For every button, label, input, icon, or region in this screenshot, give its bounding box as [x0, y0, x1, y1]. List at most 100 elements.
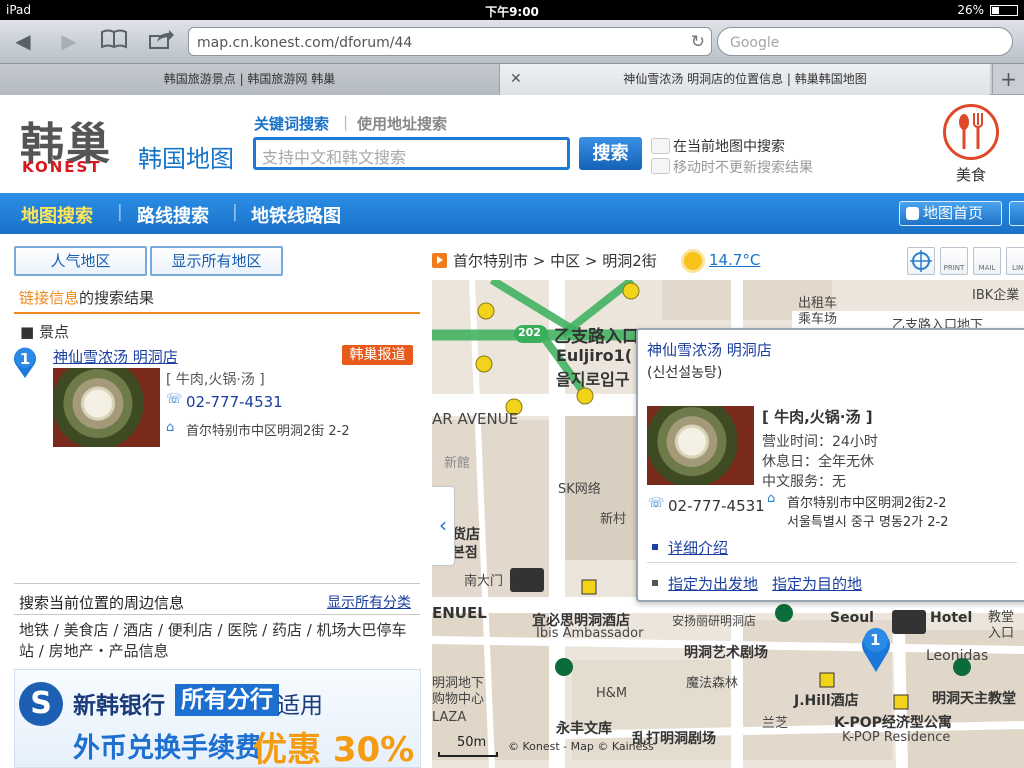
result-heading: 链接信息的搜索结果 [19, 287, 154, 308]
mail-icon[interactable]: MAIL [973, 247, 1001, 275]
divider [14, 312, 420, 314]
map-label: LAZA [432, 710, 467, 725]
nav-more-button[interactable] [1009, 201, 1024, 226]
set-start-link[interactable]: 指定为出发地 [668, 573, 758, 594]
popup-hours: 营业时间：24小时 [762, 434, 878, 450]
divider [14, 583, 420, 584]
map-label: K-POP经济型公寓 [834, 715, 952, 731]
map-label: Ibis Ambassador [536, 626, 644, 641]
forward-arrow-icon[interactable]: ▶ [54, 28, 84, 54]
no-refresh-checkbox[interactable] [651, 158, 670, 174]
konest-report-badge[interactable]: 韩巢报道 [342, 345, 413, 365]
map-label: Euljiro1( [556, 346, 633, 365]
temperature-link[interactable]: 14.7°C [709, 251, 760, 269]
nearby-search-title: 搜索当前位置的周边信息 [19, 594, 185, 612]
search-input[interactable]: 支持中文和韩文搜索 [253, 137, 570, 170]
popup-category: [ 牛肉,火锅·汤 ] [762, 408, 873, 426]
result-photo[interactable] [53, 368, 160, 447]
ad-suffix: 适用 [277, 693, 323, 719]
map-label: 본점 [452, 545, 478, 561]
ad-highlight: 所有分行 [175, 684, 279, 716]
map-label: SK网络 [558, 482, 601, 497]
shinhan-logo-icon: S [19, 682, 63, 726]
address-icon: ⌂ [767, 491, 776, 506]
map-label: K-POP Residence [842, 730, 951, 745]
place-info-popup: 神仙雪浓汤 明洞店 (신선설농탕) [ 牛肉,火锅·汤 ] 营业时间：24小时 … [636, 328, 1024, 602]
popup-address-kr: 서울특별시 중구 명동2가 2-2 [787, 515, 949, 530]
map-label: ENUEL [432, 604, 487, 622]
result-name-link[interactable]: 神仙雪浓汤 明洞店 [53, 346, 178, 367]
map-label: 明洞艺术剧场 [684, 645, 768, 661]
subway-line-number: 202 [518, 326, 541, 339]
result-phone: 02-777-4531 [186, 393, 283, 411]
map-home-button[interactable]: 地图首页 [899, 201, 1002, 226]
tab-title: 神仙雪浓汤 明洞店的位置信息 | 韩巢韩国地图 [623, 72, 867, 86]
shinhan-bank-ad[interactable]: S 新韩银行 所有分行 适用 外币兑换手续费 优惠 30% [14, 669, 421, 768]
address-icon: ⌂ [166, 420, 175, 435]
popup-detail-link[interactable]: 详细介绍 [668, 537, 728, 558]
home-icon [906, 207, 919, 220]
show-all-areas-button[interactable]: 显示所有地区 [150, 246, 283, 276]
clock: 下午9:00 [485, 5, 539, 19]
phone-icon: ☏ [648, 496, 665, 511]
ad-promo: 优惠 30% [253, 730, 415, 768]
popup-photo[interactable] [647, 406, 754, 485]
map-label: IBK企業 [972, 288, 1020, 303]
share-icon[interactable] [146, 28, 176, 54]
nav-divider: | [117, 202, 123, 222]
map-home-label: 地图首页 [923, 204, 984, 222]
print-icon[interactable]: PRINT [940, 247, 968, 275]
set-destination-link[interactable]: 指定为目的地 [772, 573, 862, 594]
site-title[interactable]: 韩国地图 [138, 139, 234, 174]
map-label: Seoul [830, 610, 874, 626]
nav-map-search[interactable]: 地图搜索 [21, 202, 93, 228]
map-label: Leonidas [926, 648, 989, 664]
back-arrow-icon[interactable]: ◀ [8, 28, 38, 54]
food-category-icon[interactable] [943, 104, 999, 160]
map-label: 明洞天主教堂 [932, 691, 1016, 707]
svg-text:1: 1 [20, 350, 30, 368]
new-tab-icon[interactable]: + [992, 64, 1024, 95]
map-label: 安扬丽研明洞店 [672, 614, 757, 628]
result-address: 首尔特别市中区明洞2街 2-2 [186, 424, 350, 439]
collapse-panel-icon[interactable]: ‹ [432, 486, 455, 566]
map-label: 乙支路入口 [554, 327, 639, 347]
reload-icon[interactable]: ↻ [691, 32, 705, 52]
link-icon[interactable]: LINK [1006, 247, 1024, 275]
ad-line2: 外币兑换手续费 [73, 733, 262, 764]
popular-areas-button[interactable]: 人气地区 [14, 246, 147, 276]
map-label: Hotel [930, 610, 973, 626]
show-all-categories-link[interactable]: 显示所有分类 [327, 592, 411, 612]
search-current-map-checkbox[interactable] [651, 138, 670, 154]
url-text: map.cn.konest.com/dforum/44 [197, 35, 413, 51]
google-search-field[interactable]: Google [717, 27, 1013, 56]
breadcrumb[interactable]: 首尔特别市 > 中区 > 明洞2街 [453, 250, 657, 271]
result-category: [ 牛肉,火锅·汤 ] [166, 372, 265, 388]
popup-place-name[interactable]: 神仙雪浓汤 明洞店 [647, 339, 772, 360]
nav-subway-map[interactable]: 地铁线路图 [251, 202, 341, 228]
battery-icon [990, 5, 1018, 16]
nav-route-search[interactable]: 路线搜索 [137, 202, 209, 228]
tab-address-search[interactable]: 使用地址搜索 [357, 113, 447, 134]
bookmarks-icon[interactable] [99, 28, 129, 54]
divider [647, 562, 1017, 563]
map-label: 魔法森林 [686, 676, 739, 691]
tab-konest-map[interactable]: ✕ 神仙雪浓汤 明洞店的位置信息 | 韩巢韩国地图 [500, 64, 990, 95]
search-button[interactable]: 搜索 [579, 137, 642, 170]
status-bar: iPad 下午9:00 26% [0, 0, 1024, 20]
address-bar[interactable]: map.cn.konest.com/dforum/44 ↻ [188, 27, 712, 56]
locate-icon[interactable] [907, 247, 935, 275]
search-tab-divider: | [343, 113, 349, 131]
map-label: AR AVENUE [432, 410, 519, 428]
map-label: J.Hill酒店 [794, 693, 859, 709]
nearby-category-links[interactable]: 地铁 / 美食店 / 酒店 / 便利店 / 医院 / 药店 / 机场大巴停车站 … [19, 620, 419, 662]
result-pin-icon[interactable]: 1 [11, 345, 39, 378]
no-refresh-label: 移动时不更新搜索结果 [673, 160, 813, 176]
close-tab-icon[interactable]: ✕ [510, 64, 522, 94]
map-label: 新村 [600, 512, 627, 527]
map-scale-label: 50m [457, 735, 487, 750]
map-label: 을지로입구 [556, 370, 630, 389]
tab-konest-attractions[interactable]: 韩国旅游景点 | 韩国旅游网 韩巢 [0, 64, 500, 95]
tab-keyword-search[interactable]: 关键词搜索 [254, 113, 329, 134]
result-suffix: 的搜索结果 [79, 289, 155, 307]
